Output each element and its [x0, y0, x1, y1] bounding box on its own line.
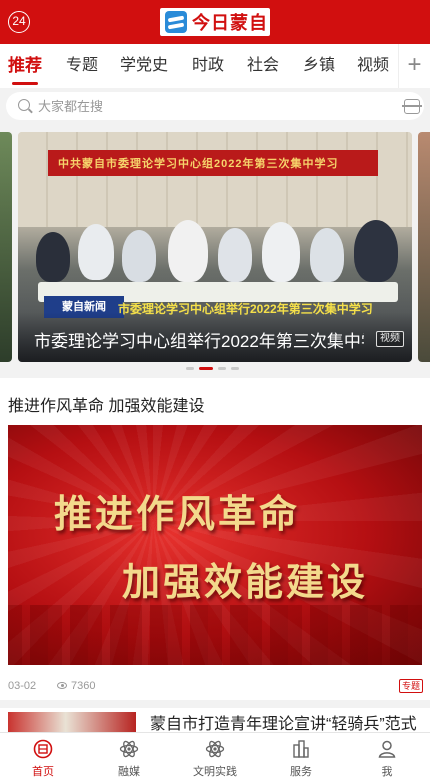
photo-figure — [354, 220, 398, 282]
article2-title[interactable]: 蒙自市打造青年理论宣讲“轻骑兵”范式 — [150, 710, 417, 734]
carousel-slide[interactable]: 中共蒙自市委理论学习中心组2022年第三次集中学习 蒙自新闻 市委理论学习中心组… — [18, 132, 412, 362]
carousel-dot[interactable] — [231, 367, 239, 370]
nav-me[interactable]: 我 — [344, 733, 430, 780]
nav-services-label: 服务 — [290, 766, 312, 778]
atom-icon — [205, 740, 225, 758]
nav-me-label: 我 — [381, 766, 393, 778]
search-bar-area — [0, 88, 430, 124]
search-box[interactable] — [6, 92, 424, 120]
logo-text: 今日蒙自 — [192, 13, 268, 34]
photo-figure — [310, 228, 344, 282]
search-input[interactable] — [38, 92, 378, 120]
eye-icon — [57, 682, 67, 689]
active-tab-indicator — [12, 82, 38, 85]
nav-civilization-label: 文明实践 — [193, 766, 237, 778]
photo-figure — [78, 224, 114, 280]
category-tabs: 推荐 专题 学党史 时政 社会 乡镇 视频 — [0, 44, 430, 88]
carousel-dot-active[interactable] — [199, 367, 213, 370]
nav-home[interactable]: 首页 — [0, 733, 86, 780]
carousel-prev-slide[interactable] — [0, 132, 12, 362]
app-header: 24 今日蒙自 — [0, 0, 430, 44]
nav-media[interactable]: 融媒 — [86, 733, 172, 780]
image-headline-line1: 推进作风革命 — [54, 491, 301, 536]
image-headline-line2: 加强效能建设 — [122, 559, 369, 604]
article-image[interactable]: 推进作风革命 加强效能建设 — [8, 425, 422, 665]
home-icon — [33, 739, 53, 759]
atom-icon — [119, 740, 139, 758]
tab-video[interactable]: 视频 — [357, 44, 389, 88]
slide-caption: 市委理论学习中心组举行2022年第三次集中学习 — [34, 332, 364, 351]
tab-politics[interactable]: 时政 — [192, 44, 224, 88]
bottom-navigation: 首页 融媒 文明实践 服务 我 — [0, 732, 430, 780]
tab-topics[interactable]: 专题 — [66, 44, 98, 88]
video-badge: 视频 — [376, 331, 404, 347]
nav-services[interactable]: 服务 — [258, 733, 344, 780]
tab-towns[interactable]: 乡镇 — [303, 44, 335, 88]
photo-figure — [168, 220, 208, 282]
article2-thumbnail[interactable] — [8, 712, 136, 732]
photo-figure — [122, 230, 156, 282]
slide-banner-text: 中共蒙自市委理论学习中心组2022年第三次集中学习 — [58, 158, 339, 170]
nav-home-label: 首页 — [32, 766, 54, 778]
article-title[interactable]: 推进作风革命 加强效能建设 — [8, 392, 204, 416]
topic-badge: 专题 — [399, 679, 424, 693]
add-channel-button[interactable]: + — [398, 44, 430, 88]
user-icon — [378, 740, 396, 758]
photo-figure — [36, 232, 70, 282]
news-carousel: 中共蒙自市委理论学习中心组2022年第三次集中学习 蒙自新闻 市委理论学习中心组… — [0, 124, 430, 378]
nav-civilization[interactable]: 文明实践 — [172, 733, 258, 780]
carousel-pagination — [186, 367, 239, 371]
scan-icon[interactable] — [402, 99, 422, 114]
slide-photo-background — [18, 132, 412, 227]
carousel-next-slide[interactable] — [418, 132, 430, 362]
channel-24-badge[interactable]: 24 — [8, 11, 30, 33]
article-date: 03-02 — [8, 680, 37, 692]
nav-media-label: 融媒 — [118, 766, 140, 778]
buildings-icon — [293, 740, 309, 758]
photo-figure — [262, 222, 300, 282]
carousel-dot[interactable] — [218, 367, 226, 370]
photo-figure — [218, 228, 252, 282]
article-views: 7360 — [71, 680, 96, 692]
tab-party-history[interactable]: 学党史 — [120, 44, 168, 88]
image-skyline — [8, 605, 422, 665]
section-divider — [0, 700, 430, 708]
logo-mark-icon — [165, 11, 187, 33]
search-icon — [18, 99, 30, 111]
tab-society[interactable]: 社会 — [247, 44, 279, 88]
carousel-dot[interactable] — [186, 367, 194, 370]
app-logo: 今日蒙自 — [160, 8, 270, 36]
